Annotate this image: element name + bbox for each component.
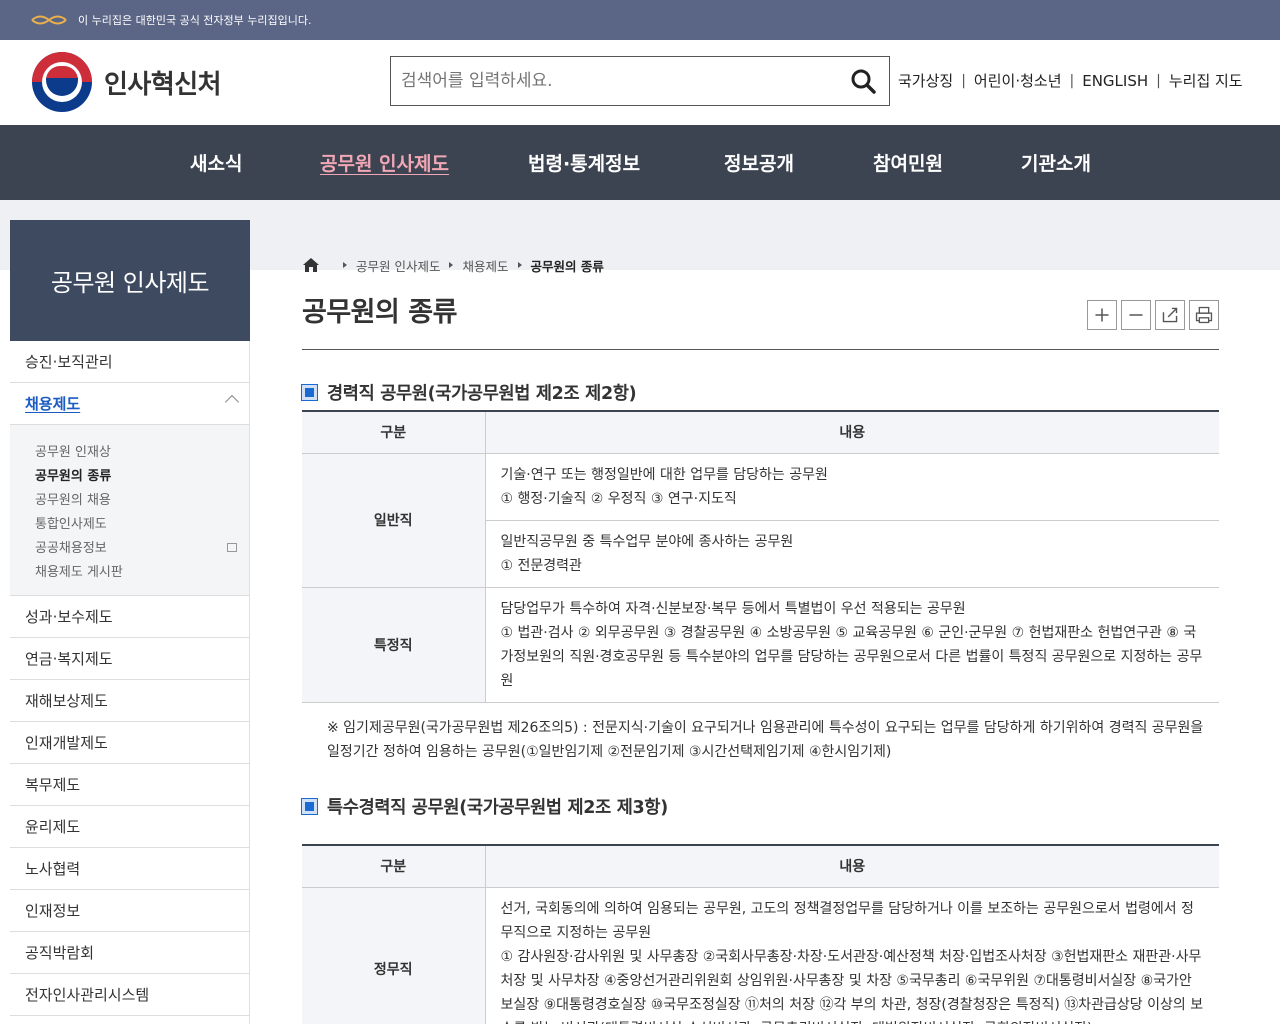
table-cell-desc: 선거, 국회동의에 의하여 임용되는 공무원, 고도의 정책결정업무를 담당하거… <box>485 887 1219 1024</box>
sidebar-item-pension[interactable]: 연금·복지제도 <box>10 638 249 680</box>
util-link-kids[interactable]: 어린이·청소년 <box>974 70 1062 91</box>
sidebar-item-fair[interactable]: 공직박람회 <box>10 932 249 974</box>
page-tools <box>1087 300 1219 330</box>
sidebar-item-development[interactable]: 인재개발제도 <box>10 722 249 764</box>
submenu-item-board[interactable]: 채용제도 게시판 <box>35 561 249 585</box>
desc-line: ① 법관·검사 ② 외무공무원 ③ 경찰공무원 ④ 소방공무원 ⑤ 교육공무원 … <box>500 624 1203 689</box>
taegeuk-logo-icon <box>32 52 92 112</box>
divider: | <box>1156 72 1161 89</box>
site-logo[interactable]: 인사혁신처 <box>32 52 222 112</box>
print-icon[interactable] <box>1189 300 1219 330</box>
title-divider <box>302 349 1219 350</box>
divider: | <box>1069 72 1075 89</box>
table-cell-desc: 일반직공무원 중 특수업무 분야에 종사하는 공무원 ① 전문경력관 <box>485 520 1219 588</box>
fixed-term-note: ※ 임기제공무원(국가공무원법 제26조의5) : 전문지식·기술이 요구되거나… <box>327 720 1204 760</box>
search-input[interactable] <box>391 57 831 105</box>
submenu-item-types[interactable]: 공무원의 종류 <box>35 465 249 489</box>
submenu-item-public-jobs[interactable]: 공공채용정보 <box>35 537 249 561</box>
breadcrumb-arrow-icon <box>517 262 522 268</box>
desc-line: 선거, 국회동의에 의하여 임용되는 공무원, 고도의 정책결정업무를 담당하거… <box>500 900 1194 941</box>
sidebar-item-compensation[interactable]: 재해보상제도 <box>10 680 249 722</box>
nav-info-disclosure[interactable]: 정보공개 <box>724 149 794 176</box>
section-bullet-icon <box>302 799 317 814</box>
gov-banner: 이 누리집은 대한민국 공식 전자정부 누리집입니다. <box>0 0 1280 40</box>
table-header-category: 구분 <box>302 411 486 454</box>
table-cell-category: 특정직 <box>302 587 486 703</box>
utility-links: 국가상징 | 어린이·청소년 | ENGLISH | 누리집 지도 <box>898 70 1243 91</box>
home-icon[interactable] <box>302 257 320 273</box>
submenu-item-talent[interactable]: 공무원 인재상 <box>35 441 249 465</box>
desc-line: 담당업무가 특수하여 자격·신분보장·복무 등에서 특별법이 우선 적용되는 공… <box>500 600 966 617</box>
search-icon[interactable] <box>849 67 879 97</box>
breadcrumb-current: 공무원의 종류 <box>530 258 604 274</box>
sidebar: 공무원 인사제도 승진·보직관리 채용제도 공무원 인재상 공무원의 종류 공무… <box>10 220 250 1024</box>
nav-hr-system[interactable]: 공무원 인사제도 <box>320 149 449 176</box>
sidebar-item-ethics[interactable]: 윤리제도 <box>10 806 249 848</box>
util-link-national-symbol[interactable]: 국가상징 <box>898 70 953 91</box>
zoom-in-icon[interactable] <box>1087 300 1117 330</box>
external-link-icon <box>227 543 237 552</box>
desc-line: ① 행정·기술직 ② 우정직 ③ 연구·지도직 <box>500 490 737 507</box>
breadcrumb: 공무원 인사제도 채용제도 공무원의 종류 <box>302 250 1219 280</box>
section-title-text: 특수경력직 공무원(국가공무원법 제2조 제3항) <box>327 798 668 818</box>
sidebar-submenu: 공무원 인재상 공무원의 종류 공무원의 채용 통합인사제도 공공채용정보 채용… <box>10 425 249 596</box>
chevron-up-icon <box>224 394 240 410</box>
sidebar-item-service[interactable]: 복무제도 <box>10 764 249 806</box>
special-career-civil-servant-table: 구분 내용 정무직 선거, 국회동의에 의하여 임용되는 공무원, 고도의 정책… <box>302 844 1219 1024</box>
search-box <box>390 56 890 106</box>
submenu-item-integrated[interactable]: 통합인사제도 <box>35 513 249 537</box>
table-header-category: 구분 <box>302 845 486 888</box>
zoom-out-icon[interactable] <box>1121 300 1151 330</box>
sidebar-item-pay[interactable]: 성과·보수제도 <box>10 596 249 638</box>
section-title: 경력직 공무원(국가공무원법 제2조 제2항) <box>302 380 637 405</box>
util-link-english[interactable]: ENGLISH <box>1082 72 1148 90</box>
table-row: 일반직 기술·연구 또는 행정일반에 대한 업무를 담당하는 공무원 ① 행정·… <box>302 453 1219 588</box>
util-link-sitemap[interactable]: 누리집 지도 <box>1169 70 1243 91</box>
main-content: 공무원 인사제도 채용제도 공무원의 종류 공무원의 종류 경력직 공무원(국가… <box>302 250 1219 1024</box>
table-header-content: 내용 <box>485 845 1219 888</box>
table-cell-desc: 담당업무가 특수하여 자격·신분보장·복무 등에서 특별법이 우선 적용되는 공… <box>485 587 1219 703</box>
site-header: 인사혁신처 국가상징 | 어린이·청소년 | ENGLISH | 누리집 지도 <box>0 40 1280 125</box>
divider: | <box>961 72 966 89</box>
breadcrumb-arrow-icon <box>449 262 454 268</box>
table-header-content: 내용 <box>485 411 1219 454</box>
table-cell-desc: 기술·연구 또는 행정일반에 대한 업무를 담당하는 공무원 ① 행정·기술직 … <box>485 453 1219 521</box>
desc-line: 기술·연구 또는 행정일반에 대한 업무를 담당하는 공무원 <box>500 466 828 483</box>
share-icon[interactable] <box>1155 300 1185 330</box>
career-civil-servant-table: 구분 내용 일반직 기술·연구 또는 행정일반에 대한 업무를 담당하는 공무원… <box>302 410 1219 703</box>
breadcrumb-item[interactable]: 공무원 인사제도 <box>356 256 440 275</box>
desc-line: ① 전문경력관 <box>500 557 582 574</box>
table-row: 특정직 담당업무가 특수하여 자격·신분보장·복무 등에서 특별법이 우선 적용… <box>302 587 1219 703</box>
breadcrumb-arrow-icon <box>343 262 347 268</box>
nav-news[interactable]: 새소식 <box>190 149 242 176</box>
logo-text: 인사혁신처 <box>104 69 222 100</box>
section-title: 특수경력직 공무원(국가공무원법 제2조 제3항) <box>302 794 668 819</box>
gov-banner-text: 이 누리집은 대한민국 공식 전자정부 누리집입니다. <box>78 14 312 27</box>
sidebar-item-labor[interactable]: 노사협력 <box>10 848 249 890</box>
section-bullet-icon <box>302 385 317 400</box>
table-row: 정무직 선거, 국회동의에 의하여 임용되는 공무원, 고도의 정책결정업무를 … <box>302 887 1219 1024</box>
sidebar-title: 공무원 인사제도 <box>10 220 250 341</box>
nav-about[interactable]: 기관소개 <box>1021 149 1091 176</box>
desc-line: 일반직공무원 중 특수업무 분야에 종사하는 공무원 <box>500 533 794 550</box>
sidebar-item-talent-info[interactable]: 인재정보 <box>10 890 249 932</box>
section-title-text: 경력직 공무원(국가공무원법 제2조 제2항) <box>327 384 637 404</box>
breadcrumb-item[interactable]: 채용제도 <box>462 256 508 275</box>
sidebar-item-label: 채용제도 <box>25 395 81 413</box>
sidebar-item-e-hr[interactable]: 전자인사관리시스템 <box>10 974 249 1016</box>
desc-line: ① 감사원장·감사위원 및 사무총장 ②국회사무총장·차장·도서관장·예산정책 … <box>500 948 1204 1024</box>
submenu-item-hiring[interactable]: 공무원의 채용 <box>35 489 249 513</box>
taegeuk-banner-icon <box>31 15 67 25</box>
main-nav: 새소식 공무원 인사제도 법령·통계정보 정보공개 참여민원 기관소개 <box>0 125 1280 200</box>
sidebar-item-promotion[interactable]: 승진·보직관리 <box>10 341 249 383</box>
table-cell-category: 정무직 <box>302 887 486 1024</box>
page-title: 공무원의 종류 <box>302 297 457 328</box>
table-cell-category: 일반직 <box>302 453 486 588</box>
nav-law-stats[interactable]: 법령·통계정보 <box>528 149 640 176</box>
sidebar-item-recruitment[interactable]: 채용제도 <box>10 383 249 425</box>
nav-participation[interactable]: 참여민원 <box>873 149 943 176</box>
